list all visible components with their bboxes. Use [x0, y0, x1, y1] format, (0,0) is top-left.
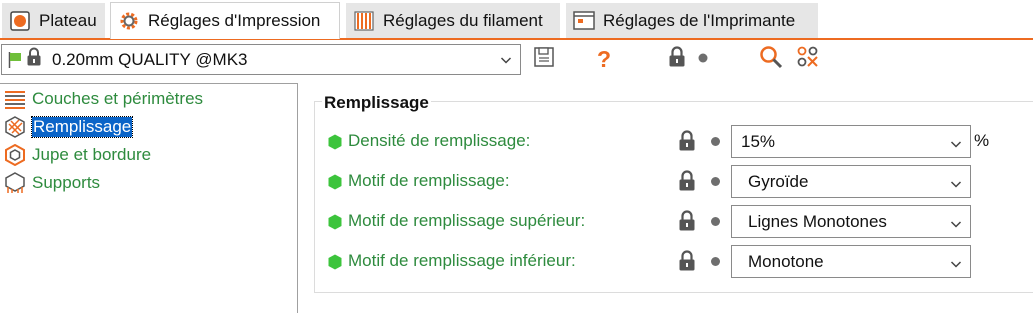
combo-value: Lignes Monotones: [748, 211, 887, 231]
combo-value: Gyroïde: [748, 171, 809, 191]
bottom-fill-pattern-select[interactable]: Monotone: [731, 245, 971, 278]
chevron-down-icon: [950, 255, 962, 275]
print-preset-select[interactable]: 0.20mm QUALITY @MK3: [1, 44, 521, 75]
infill-icon: [4, 116, 26, 138]
lock-icon[interactable]: [678, 170, 696, 197]
group-title: Remplissage: [322, 93, 431, 113]
combo-value: 15%: [741, 131, 776, 151]
tab-printer-settings[interactable]: Réglages de l'Imprimante: [566, 3, 818, 38]
printer-icon: [573, 10, 595, 32]
green-flag-icon: [8, 51, 22, 69]
chevron-down-icon: [950, 175, 962, 195]
setting-label: Motif de remplissage inférieur:: [348, 251, 576, 270]
tab-print-settings[interactable]: Réglages d'Impression: [110, 2, 340, 39]
layers-icon: [4, 88, 26, 110]
setting-row-fill-pattern: Motif de remplissage: Gyroïde: [326, 165, 1026, 199]
filament-spool-icon: [353, 10, 375, 32]
help-button[interactable]: ?: [591, 46, 617, 72]
preset-value: 0.20mm QUALITY @MK3: [52, 49, 248, 69]
setting-label: Motif de remplissage:: [348, 171, 510, 190]
search-icon: [759, 45, 783, 74]
sidebar-item-skirt-brim[interactable]: Jupe et bordure: [4, 143, 151, 167]
sidebar-item-supports[interactable]: Supports: [4, 171, 100, 195]
tab-label: Réglages de l'Imprimante: [603, 10, 796, 30]
supports-icon: [4, 172, 26, 194]
setting-row-bottom-fill-pattern: Motif de remplissage inférieur: Monotone: [326, 245, 1026, 279]
search-button[interactable]: [758, 45, 784, 74]
fill-density-combo[interactable]: 15%: [731, 125, 971, 158]
chevron-down-icon: [950, 215, 962, 235]
lock-icon: [668, 45, 686, 73]
tab-label: Réglages d'Impression: [148, 11, 321, 30]
lock-icon[interactable]: [678, 130, 696, 157]
question-mark-icon: ?: [596, 45, 612, 72]
dot-icon[interactable]: [711, 257, 720, 266]
gear-icon: [118, 10, 140, 32]
green-hexagon-icon: [328, 174, 342, 195]
setting-row-fill-density: Densité de remplissage: 15% %: [326, 125, 1026, 159]
save-preset-button[interactable]: [531, 46, 557, 72]
lock-icon[interactable]: [678, 250, 696, 277]
sidebar-item-infill[interactable]: Remplissage: [4, 115, 134, 139]
skirt-brim-icon: [4, 144, 26, 166]
modified-value-indicator[interactable]: [690, 46, 716, 72]
compare-presets-button[interactable]: [795, 46, 821, 72]
chevron-down-icon: [950, 135, 962, 155]
sidebar-item-layers-perimeters[interactable]: Couches et périmètres: [4, 87, 203, 111]
fill-pattern-select[interactable]: Gyroïde: [731, 165, 971, 198]
compare-icon: [796, 45, 820, 74]
chevron-down-icon: [500, 53, 512, 71]
dot-icon: [698, 50, 708, 68]
green-hexagon-icon: [328, 254, 342, 275]
green-hexagon-icon: [328, 134, 342, 155]
preset-toolbar: 0.20mm QUALITY @MK3 ?: [0, 42, 1033, 82]
top-fill-pattern-select[interactable]: Lignes Monotones: [731, 205, 971, 238]
sidebar-item-label: Jupe et bordure: [32, 145, 152, 164]
dot-icon[interactable]: [711, 217, 720, 226]
system-value-lock-button[interactable]: [664, 45, 690, 73]
setting-label: Motif de remplissage supérieur:: [348, 211, 586, 230]
sidebar-item-label: Couches et périmètres: [32, 89, 204, 108]
plater-icon: [9, 10, 31, 32]
tab-filament-settings[interactable]: Réglages du filament: [346, 3, 560, 38]
tab-plateau[interactable]: Plateau: [2, 3, 105, 38]
unit-label: %: [974, 131, 990, 150]
lock-icon: [26, 47, 42, 72]
sidebar-item-label: Supports: [32, 173, 101, 192]
settings-category-list: Couches et périmètres Remplissage Jupe e…: [0, 83, 298, 313]
save-icon: [533, 46, 555, 73]
tab-label: Réglages du filament: [383, 10, 543, 30]
setting-row-top-fill-pattern: Motif de remplissage supérieur: Lignes M…: [326, 205, 1026, 239]
setting-label: Densité de remplissage:: [348, 131, 531, 150]
lock-icon[interactable]: [678, 210, 696, 237]
sidebar-item-label: Remplissage: [30, 116, 134, 138]
tab-label: Plateau: [39, 10, 97, 30]
green-hexagon-icon: [328, 214, 342, 235]
combo-value: Monotone: [748, 251, 824, 271]
dot-icon[interactable]: [711, 177, 720, 186]
tab-bar: Plateau Réglages d'Impression Réglages d…: [0, 0, 1033, 40]
dot-icon[interactable]: [711, 137, 720, 146]
